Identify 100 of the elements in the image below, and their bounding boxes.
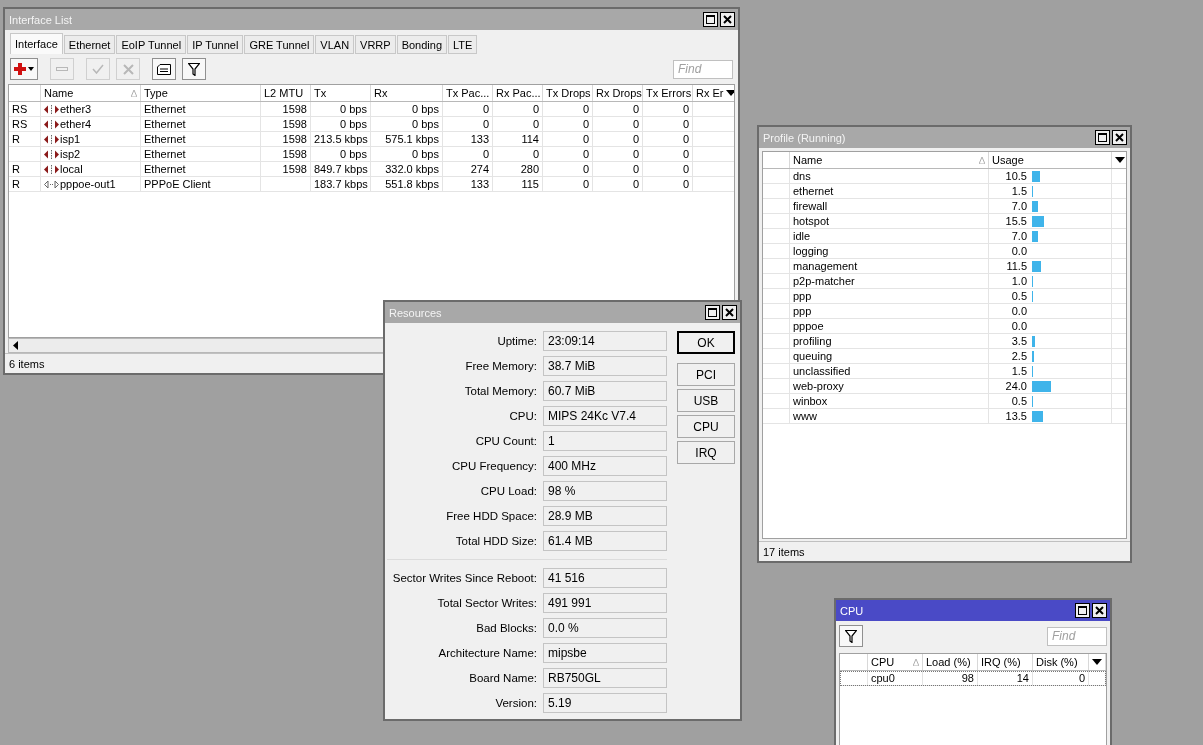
filter-button[interactable] <box>182 58 206 80</box>
tab[interactable]: Ethernet <box>63 35 116 54</box>
usage-value: 0.0 <box>1010 304 1028 318</box>
tab[interactable]: VRRP <box>355 35 396 54</box>
interface-icon <box>44 149 59 159</box>
find-field[interactable]: Find <box>1047 626 1107 646</box>
interface-icon <box>44 104 59 114</box>
tab[interactable]: LTE <box>448 35 478 54</box>
field-label: Total Sector Writes: <box>436 597 537 609</box>
table-cell: web-proxy <box>790 379 989 393</box>
column-header[interactable]: Rx <box>371 85 443 101</box>
column-title: IRQ (%) <box>981 655 1021 670</box>
usage-value: 7.0 <box>1010 199 1028 213</box>
column-title: Name <box>44 86 74 101</box>
column-header[interactable]: Name <box>41 85 141 101</box>
table-cell: R <box>9 132 41 146</box>
filter-button[interactable] <box>839 625 863 647</box>
column-header[interactable]: Tx <box>311 85 371 101</box>
add-button[interactable] <box>10 58 38 80</box>
interface-icon <box>44 134 59 144</box>
column-header[interactable]: CPU <box>868 654 923 670</box>
window-title: Resources <box>389 306 442 319</box>
table-cell: Ethernet <box>141 132 261 146</box>
close-button[interactable] <box>1112 130 1127 145</box>
column-title: CPU <box>871 655 895 670</box>
field-label: CPU Count: <box>474 435 537 447</box>
column-menu-icon[interactable] <box>1092 659 1102 665</box>
table-cell: 133 <box>443 132 493 146</box>
table-cell: 551.8 kbps <box>371 177 443 191</box>
note-icon <box>157 63 171 75</box>
table-cell: 1598 <box>261 147 311 161</box>
table-cell: winbox <box>790 394 989 408</box>
table-cell: 274 <box>443 162 493 176</box>
table-cell: cpu0 <box>868 671 923 685</box>
interface-name: pppoe-out1 <box>60 177 116 191</box>
maximize-button[interactable] <box>705 305 720 320</box>
maximize-button[interactable] <box>703 12 718 27</box>
tab[interactable]: EoIP Tunnel <box>116 35 187 54</box>
tab[interactable]: GRE Tunnel <box>244 35 315 54</box>
usage-value: 1.5 <box>1010 184 1028 198</box>
tab[interactable]: Interface <box>10 33 63 54</box>
table-cell: p2p-matcher <box>790 274 989 288</box>
table-cell: 0 <box>593 132 643 146</box>
cross-icon <box>122 63 134 75</box>
find-field[interactable]: Find <box>673 59 733 79</box>
interface-name: isp2 <box>60 147 81 161</box>
tab[interactable]: IP Tunnel <box>187 35 244 54</box>
value-field: 61.4 MB <box>543 531 667 551</box>
tab[interactable]: Bonding <box>396 35 448 54</box>
table-cell: ppp <box>790 289 989 303</box>
column-header[interactable]: Disk (%) <box>1033 654 1089 670</box>
column-header[interactable]: Type <box>141 85 261 101</box>
close-button[interactable] <box>720 12 735 27</box>
close-button[interactable] <box>722 305 737 320</box>
column-menu-icon[interactable] <box>1115 157 1125 163</box>
table-cell: 0 bps <box>371 147 443 161</box>
table-cell: Ethernet <box>141 102 261 116</box>
table-cell: profiling <box>790 334 989 348</box>
sort-icon <box>131 89 137 97</box>
column-menu-icon[interactable] <box>726 90 734 96</box>
usage-value: 0.5 <box>1010 394 1028 408</box>
dialog-button[interactable]: OK <box>677 331 735 354</box>
dialog-button[interactable]: CPU <box>677 415 735 438</box>
maximize-button[interactable] <box>1095 130 1110 145</box>
tab[interactable]: VLAN <box>315 35 355 54</box>
value-field: 491 991 <box>543 593 667 613</box>
field-label: Free HDD Space: <box>445 510 537 522</box>
dialog-button[interactable]: PCI <box>677 363 735 386</box>
table-cell: hotspot <box>790 214 989 228</box>
table-cell: 0 <box>643 147 693 161</box>
table-cell: R <box>9 177 41 191</box>
column-header[interactable]: L2 MTU <box>261 85 311 101</box>
window-title: Interface List <box>9 13 72 26</box>
usage-value: 24.0 <box>1004 379 1028 393</box>
interface-name: ether4 <box>60 117 92 131</box>
table-cell: idle <box>790 229 989 243</box>
column-header[interactable]: Load (%) <box>923 654 978 670</box>
usage-value: 0.0 <box>1010 319 1028 333</box>
table-cell: RS <box>9 102 41 116</box>
usage-value: 11.5 <box>1005 259 1028 273</box>
maximize-button[interactable] <box>1075 603 1090 618</box>
value-field: 5.19 <box>543 693 667 713</box>
column-header[interactable]: Name <box>790 152 989 168</box>
column-header[interactable]: IRQ (%) <box>978 654 1033 670</box>
table-cell: 0 <box>1033 671 1089 685</box>
table-cell: 0 bps <box>371 117 443 131</box>
status-text: 17 items <box>763 544 805 559</box>
dialog-button[interactable]: USB <box>677 389 735 412</box>
comment-button[interactable] <box>152 58 176 80</box>
close-button[interactable] <box>1092 603 1107 618</box>
table-cell: 0 <box>443 117 493 131</box>
table-cell: 0 <box>593 147 643 161</box>
column-header[interactable]: Usage <box>989 152 1112 168</box>
column-header[interactable]: Rx Er <box>693 85 734 101</box>
status-text: 6 items <box>9 356 45 371</box>
field-label: Uptime: <box>496 335 537 347</box>
table-cell: 0 bps <box>311 147 371 161</box>
table-cell: 0 <box>443 147 493 161</box>
table-cell: 0 <box>643 162 693 176</box>
dialog-button[interactable]: IRQ <box>677 441 735 464</box>
